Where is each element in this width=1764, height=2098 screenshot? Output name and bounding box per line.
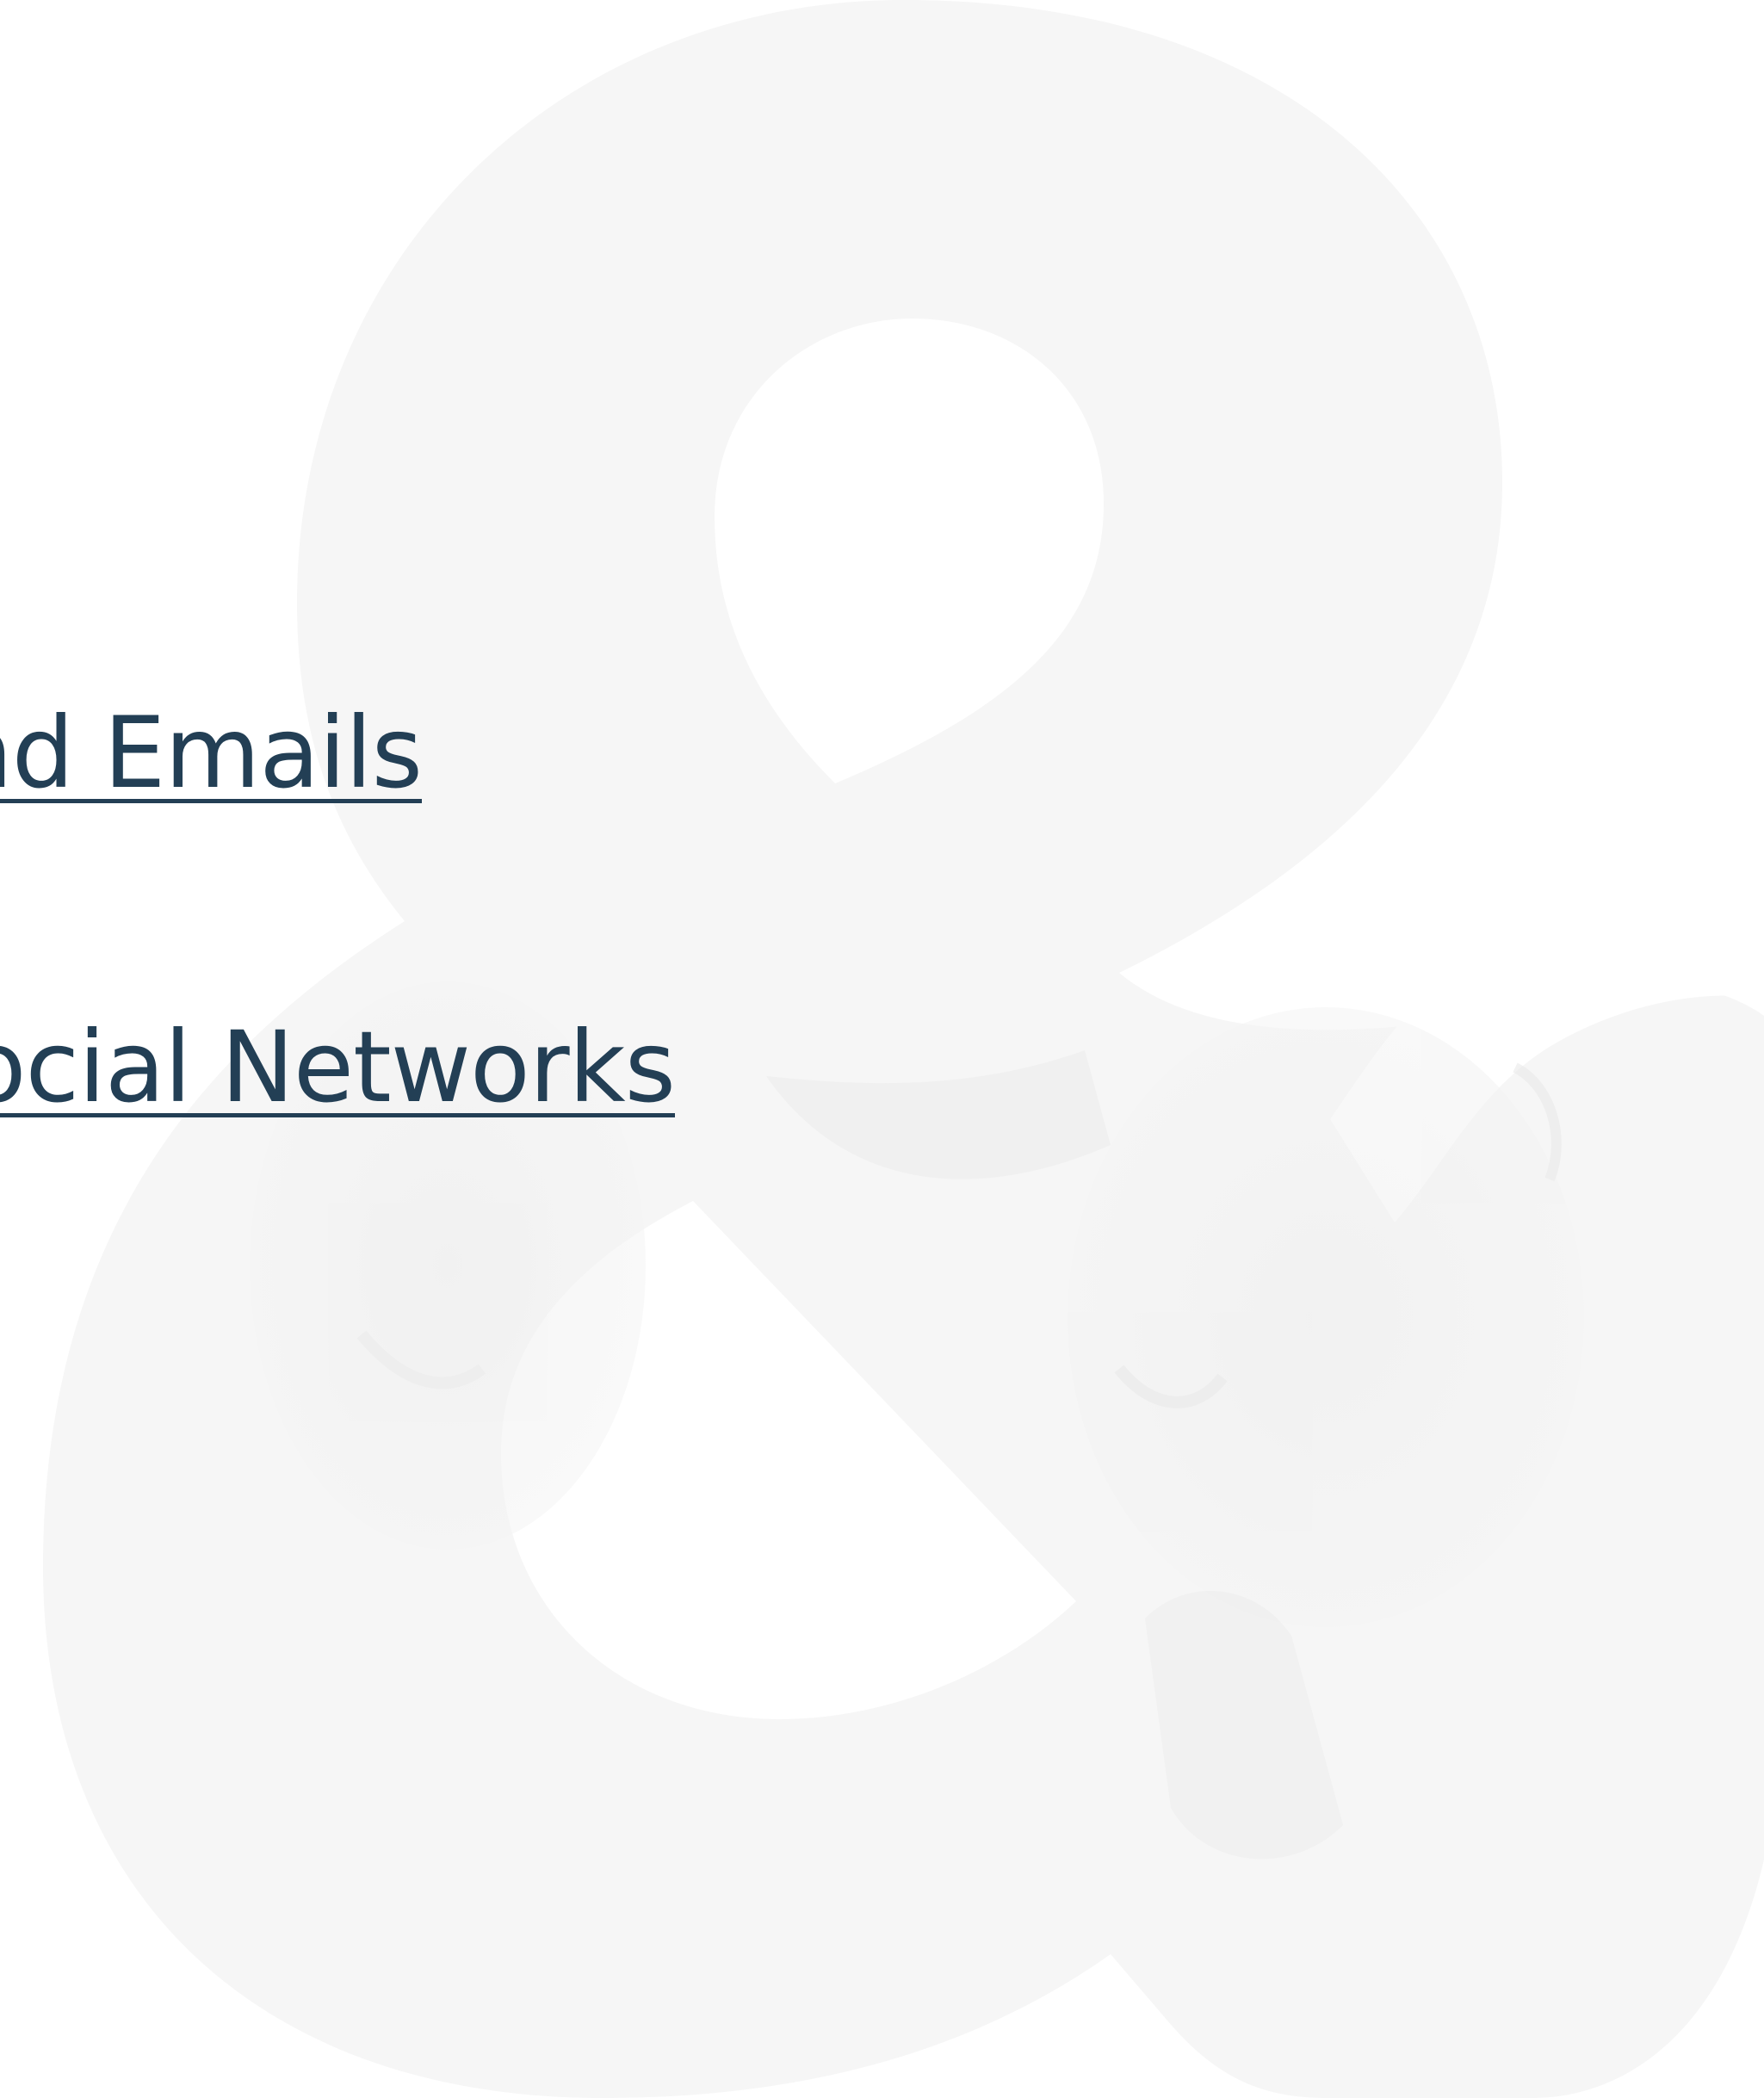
nav-link-list: nd Emails Social Networks xyxy=(0,0,1764,2098)
page: nd Emails Social Networks xyxy=(0,0,1764,2098)
nav-link-social-networks[interactable]: Social Networks xyxy=(0,1018,676,1117)
nav-link-emails[interactable]: nd Emails xyxy=(0,704,423,802)
